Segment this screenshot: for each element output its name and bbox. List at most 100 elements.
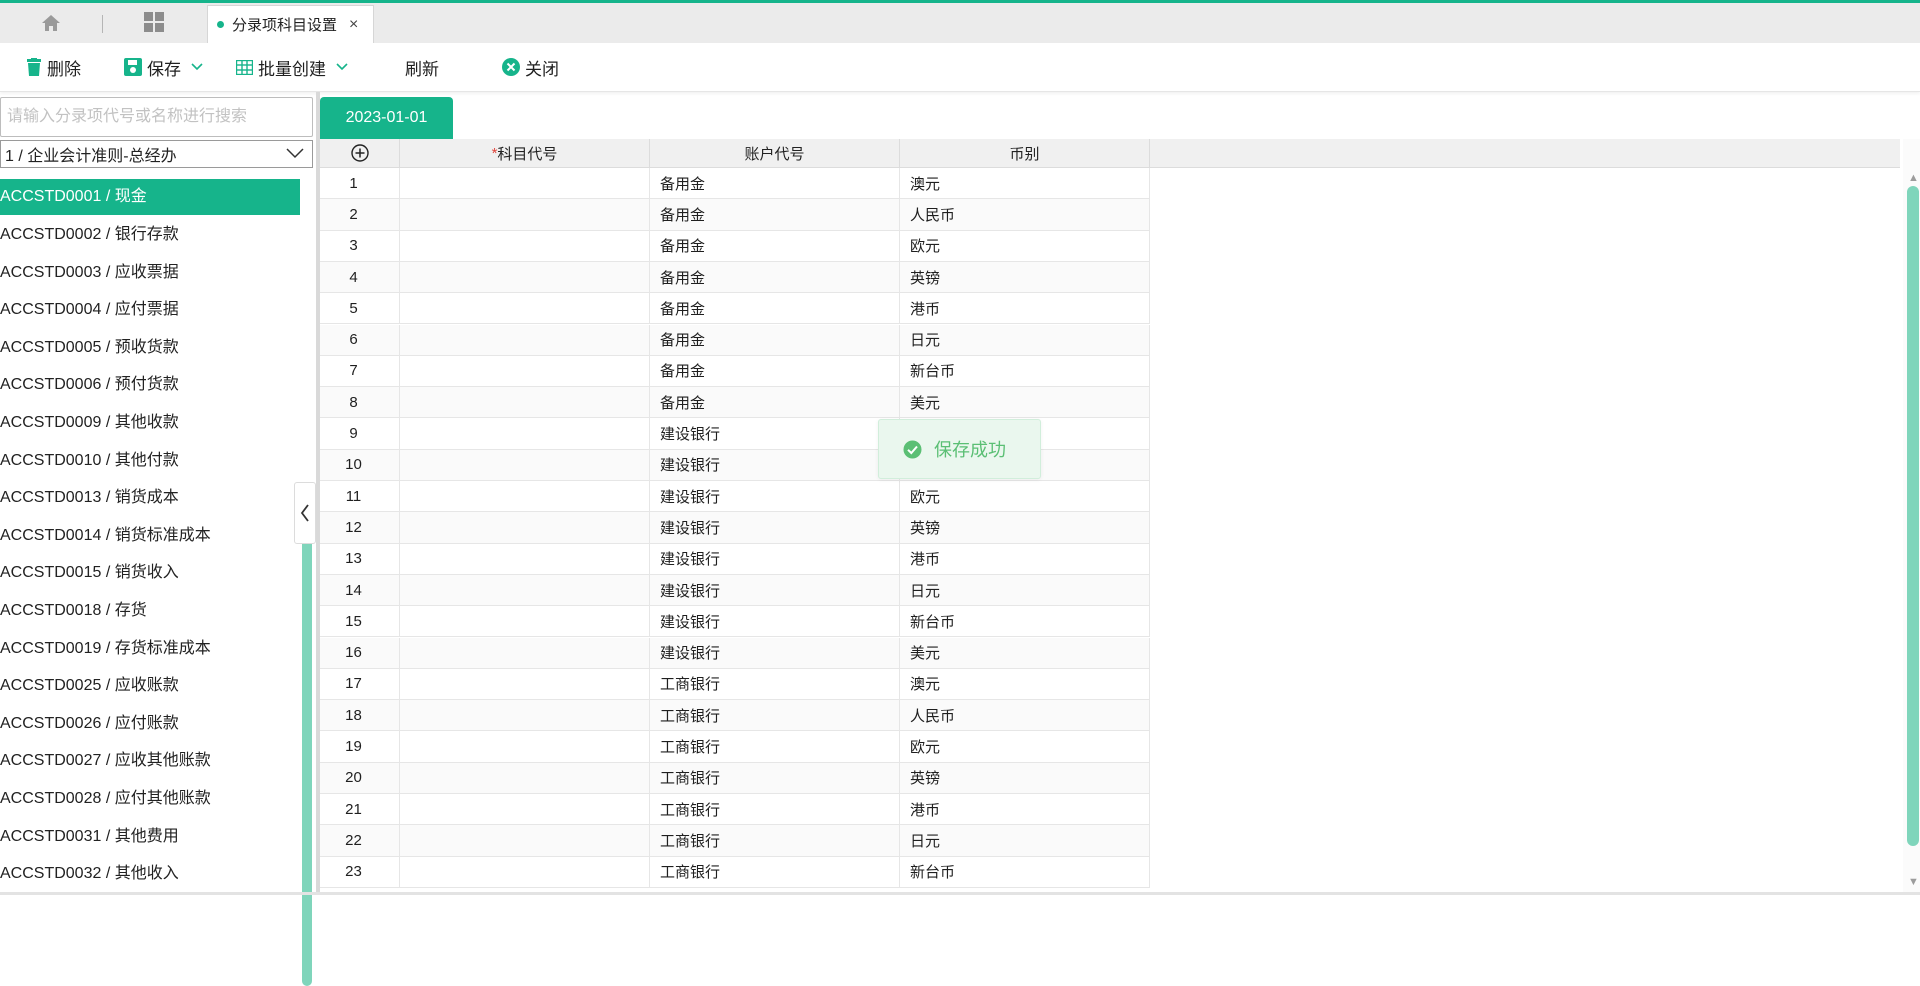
subject-code-cell[interactable] [400, 762, 650, 794]
account-code-cell[interactable]: 工商银行 [650, 856, 900, 888]
account-code-cell[interactable]: 建设银行 [650, 449, 900, 481]
collapse-sidebar-button[interactable] [294, 482, 316, 544]
add-row-button[interactable] [320, 139, 400, 168]
account-code-cell[interactable]: 建设银行 [650, 574, 900, 607]
sidebar-account-item[interactable]: ACCSTD0015 / 销货收入 [0, 554, 300, 592]
subject-code-cell[interactable] [400, 355, 650, 388]
save-button[interactable]: 保存 [124, 55, 203, 79]
table-scrollbar-thumb[interactable] [1907, 186, 1919, 846]
account-code-cell[interactable]: 工商银行 [650, 825, 900, 857]
currency-cell[interactable]: 澳元 [900, 168, 1150, 200]
currency-cell[interactable]: 日元 [900, 324, 1150, 356]
currency-cell[interactable]: 美元 [900, 637, 1150, 669]
subject-code-cell[interactable] [400, 261, 650, 294]
header-account-code[interactable]: 账户代号 [650, 139, 900, 168]
subject-code-cell[interactable] [400, 543, 650, 575]
search-input[interactable] [0, 97, 313, 137]
account-code-cell[interactable]: 备用金 [650, 324, 900, 356]
subject-code-cell[interactable] [400, 387, 650, 419]
currency-cell[interactable]: 人民币 [900, 700, 1150, 732]
sidebar-account-item[interactable]: ACCSTD0028 / 应付其他账款 [0, 780, 300, 818]
sidebar-scrollbar[interactable] [302, 514, 312, 986]
sidebar-account-item[interactable]: ACCSTD0031 / 其他费用 [0, 818, 300, 856]
currency-cell[interactable]: 英镑 [900, 512, 1150, 544]
account-code-cell[interactable]: 建设银行 [650, 637, 900, 669]
account-code-cell[interactable]: 工商银行 [650, 794, 900, 826]
account-code-cell[interactable]: 备用金 [650, 355, 900, 388]
sidebar-account-item[interactable]: ACCSTD0006 / 预付货款 [0, 366, 300, 404]
sidebar-account-item[interactable]: ACCSTD0014 / 销货标准成本 [0, 517, 300, 555]
subject-code-cell[interactable] [400, 825, 650, 857]
account-code-cell[interactable]: 工商银行 [650, 700, 900, 732]
currency-cell[interactable]: 英镑 [900, 261, 1150, 294]
subject-code-cell[interactable] [400, 637, 650, 669]
currency-cell[interactable]: 欧元 [900, 731, 1150, 763]
sidebar-account-item[interactable]: ACCSTD0025 / 应收账款 [0, 667, 300, 705]
currency-cell[interactable]: 欧元 [900, 481, 1150, 513]
sidebar-account-item[interactable]: ACCSTD0026 / 应付账款 [0, 705, 300, 743]
currency-cell[interactable]: 港币 [900, 293, 1150, 325]
subject-code-cell[interactable] [400, 606, 650, 638]
subject-code-cell[interactable] [400, 418, 650, 450]
currency-cell[interactable]: 港币 [900, 543, 1150, 575]
sidebar-account-item[interactable]: ACCSTD0013 / 销货成本 [0, 479, 300, 517]
sidebar-account-item[interactable]: ACCSTD0003 / 应收票据 [0, 254, 300, 292]
currency-cell[interactable]: 新台币 [900, 856, 1150, 888]
currency-cell[interactable]: 新台币 [900, 355, 1150, 388]
save-dropdown-chevron-icon[interactable] [191, 63, 203, 71]
account-code-cell[interactable]: 备用金 [650, 168, 900, 200]
sidebar-account-item[interactable]: ACCSTD0032 / 其他收入 [0, 855, 300, 893]
subject-code-cell[interactable] [400, 481, 650, 513]
home-icon[interactable] [38, 12, 64, 34]
sidebar-account-item[interactable]: ACCSTD0001 / 现金 [0, 179, 300, 215]
currency-cell[interactable]: 美元 [900, 387, 1150, 419]
subject-code-cell[interactable] [400, 794, 650, 826]
subject-code-cell[interactable] [400, 449, 650, 481]
sidebar-account-item[interactable]: ACCSTD0009 / 其他收款 [0, 404, 300, 442]
account-code-cell[interactable]: 建设银行 [650, 606, 900, 638]
subject-code-cell[interactable] [400, 700, 650, 732]
batch-create-button[interactable]: 批量创建 [236, 55, 348, 79]
tab-entry-subject-settings[interactable]: 分录项科目设置 × [207, 5, 374, 43]
sidebar-account-item[interactable]: ACCSTD0027 / 应收其他账款 [0, 742, 300, 780]
subject-code-cell[interactable] [400, 168, 650, 200]
subject-code-cell[interactable] [400, 230, 650, 262]
sidebar-account-item[interactable]: ACCSTD0004 / 应付票据 [0, 291, 300, 329]
currency-cell[interactable]: 人民币 [900, 199, 1150, 231]
subject-code-cell[interactable] [400, 668, 650, 701]
account-code-cell[interactable]: 建设银行 [650, 481, 900, 513]
currency-cell[interactable]: 欧元 [900, 230, 1150, 262]
scroll-up-icon[interactable]: ▲ [1908, 172, 1919, 184]
currency-cell[interactable]: 新台币 [900, 606, 1150, 638]
sidebar-account-item[interactable]: ACCSTD0018 / 存货 [0, 592, 300, 630]
currency-cell[interactable]: 英镑 [900, 762, 1150, 794]
subject-code-cell[interactable] [400, 574, 650, 607]
account-code-cell[interactable]: 工商银行 [650, 731, 900, 763]
sidebar-account-item[interactable]: ACCSTD0002 / 银行存款 [0, 216, 300, 254]
subject-code-cell[interactable] [400, 512, 650, 544]
sidebar-account-item[interactable]: ACCSTD0005 / 预收货款 [0, 329, 300, 367]
account-code-cell[interactable]: 建设银行 [650, 543, 900, 575]
account-code-cell[interactable]: 工商银行 [650, 762, 900, 794]
currency-cell[interactable]: 日元 [900, 574, 1150, 607]
close-button[interactable]: 关闭 [502, 55, 559, 79]
account-code-cell[interactable]: 备用金 [650, 293, 900, 325]
account-code-cell[interactable]: 备用金 [650, 387, 900, 419]
close-tab-icon[interactable]: × [349, 16, 358, 34]
currency-cell[interactable]: 日元 [900, 825, 1150, 857]
subject-code-cell[interactable] [400, 324, 650, 356]
header-currency[interactable]: 币别 [900, 139, 1150, 168]
delete-button[interactable]: 删除 [26, 55, 81, 79]
currency-cell[interactable]: 港币 [900, 794, 1150, 826]
grid-icon[interactable] [142, 10, 166, 34]
date-tab[interactable]: 2023-01-01 [320, 97, 453, 139]
currency-cell[interactable]: 澳元 [900, 668, 1150, 701]
account-code-cell[interactable]: 建设银行 [650, 512, 900, 544]
account-code-cell[interactable]: 备用金 [650, 199, 900, 231]
subject-code-cell[interactable] [400, 856, 650, 888]
account-code-cell[interactable]: 工商银行 [650, 668, 900, 701]
subject-code-cell[interactable] [400, 199, 650, 231]
account-code-cell[interactable]: 备用金 [650, 261, 900, 294]
sidebar-account-item[interactable]: ACCSTD0010 / 其他付款 [0, 442, 300, 480]
subject-code-cell[interactable] [400, 731, 650, 763]
